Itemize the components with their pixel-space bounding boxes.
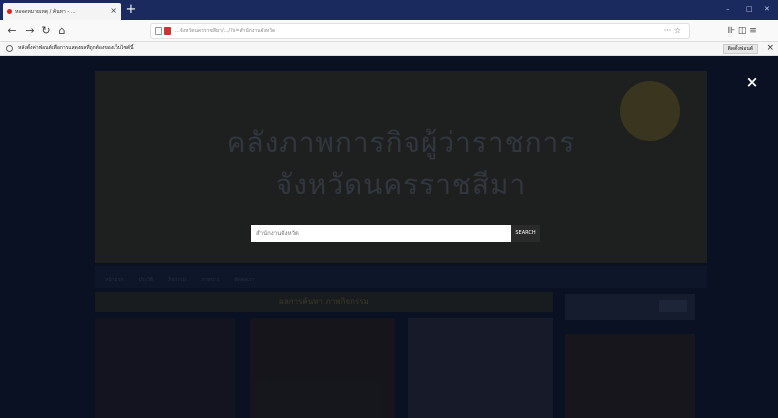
back-arrow-icon[interactable]: ← (4, 23, 20, 39)
navigation-toolbar: ← → ↻ ⌂ ...จังหวัดนครราชสีมา/.../?s=สำนั… (0, 20, 778, 42)
reload-icon[interactable]: ↻ (38, 23, 54, 39)
toolbar-icons[interactable]: ⊪ ◫ ≡ (722, 23, 762, 39)
search-input[interactable]: สำนักงานจังหวัด (251, 225, 511, 242)
maximize-button[interactable]: □ (746, 5, 753, 13)
minimize-button[interactable]: – (726, 5, 730, 13)
notification-bar: หลังตั้งค่าฟอนต์เพื่อการแสดงผลที่ถูกต้อง… (0, 42, 778, 56)
tab-strip: หอจดหมายเหตุ / ค้นหา - ... × + – □ ✕ (0, 0, 778, 20)
info-icon (6, 45, 13, 52)
favicon-icon (7, 9, 12, 14)
tab-close-icon[interactable]: × (110, 6, 117, 15)
notification-text: หลังตั้งค่าฟอนต์เพื่อการแสดงผลที่ถูกต้อง… (18, 45, 134, 51)
search-button[interactable]: SEARCH (511, 225, 540, 242)
site-info-icon[interactable] (164, 27, 171, 35)
close-window-button[interactable]: ✕ (764, 5, 770, 13)
forward-arrow-icon[interactable]: → (22, 23, 38, 39)
browser-tab[interactable]: หอจดหมายเหตุ / ค้นหา - ... × (3, 3, 121, 20)
home-icon[interactable]: ⌂ (54, 23, 70, 39)
notification-close-icon[interactable]: × (766, 42, 774, 55)
url-text: ...จังหวัดนครราชสีมา/.../?s=สำนักงานจังห… (175, 28, 276, 34)
close-icon[interactable]: × (744, 74, 760, 90)
new-tab-button[interactable]: + (124, 3, 138, 17)
tab-title: หอจดหมายเหตุ / ค้นหา - ... (15, 9, 76, 15)
page-actions-icon[interactable]: ··· ☆ (664, 24, 681, 38)
notification-button[interactable]: ติดตั้งฟอนต์ (722, 44, 758, 54)
address-bar[interactable]: ...จังหวัดนครราชสีมา/.../?s=สำนักงานจังห… (150, 23, 690, 39)
shield-icon[interactable] (155, 27, 162, 35)
